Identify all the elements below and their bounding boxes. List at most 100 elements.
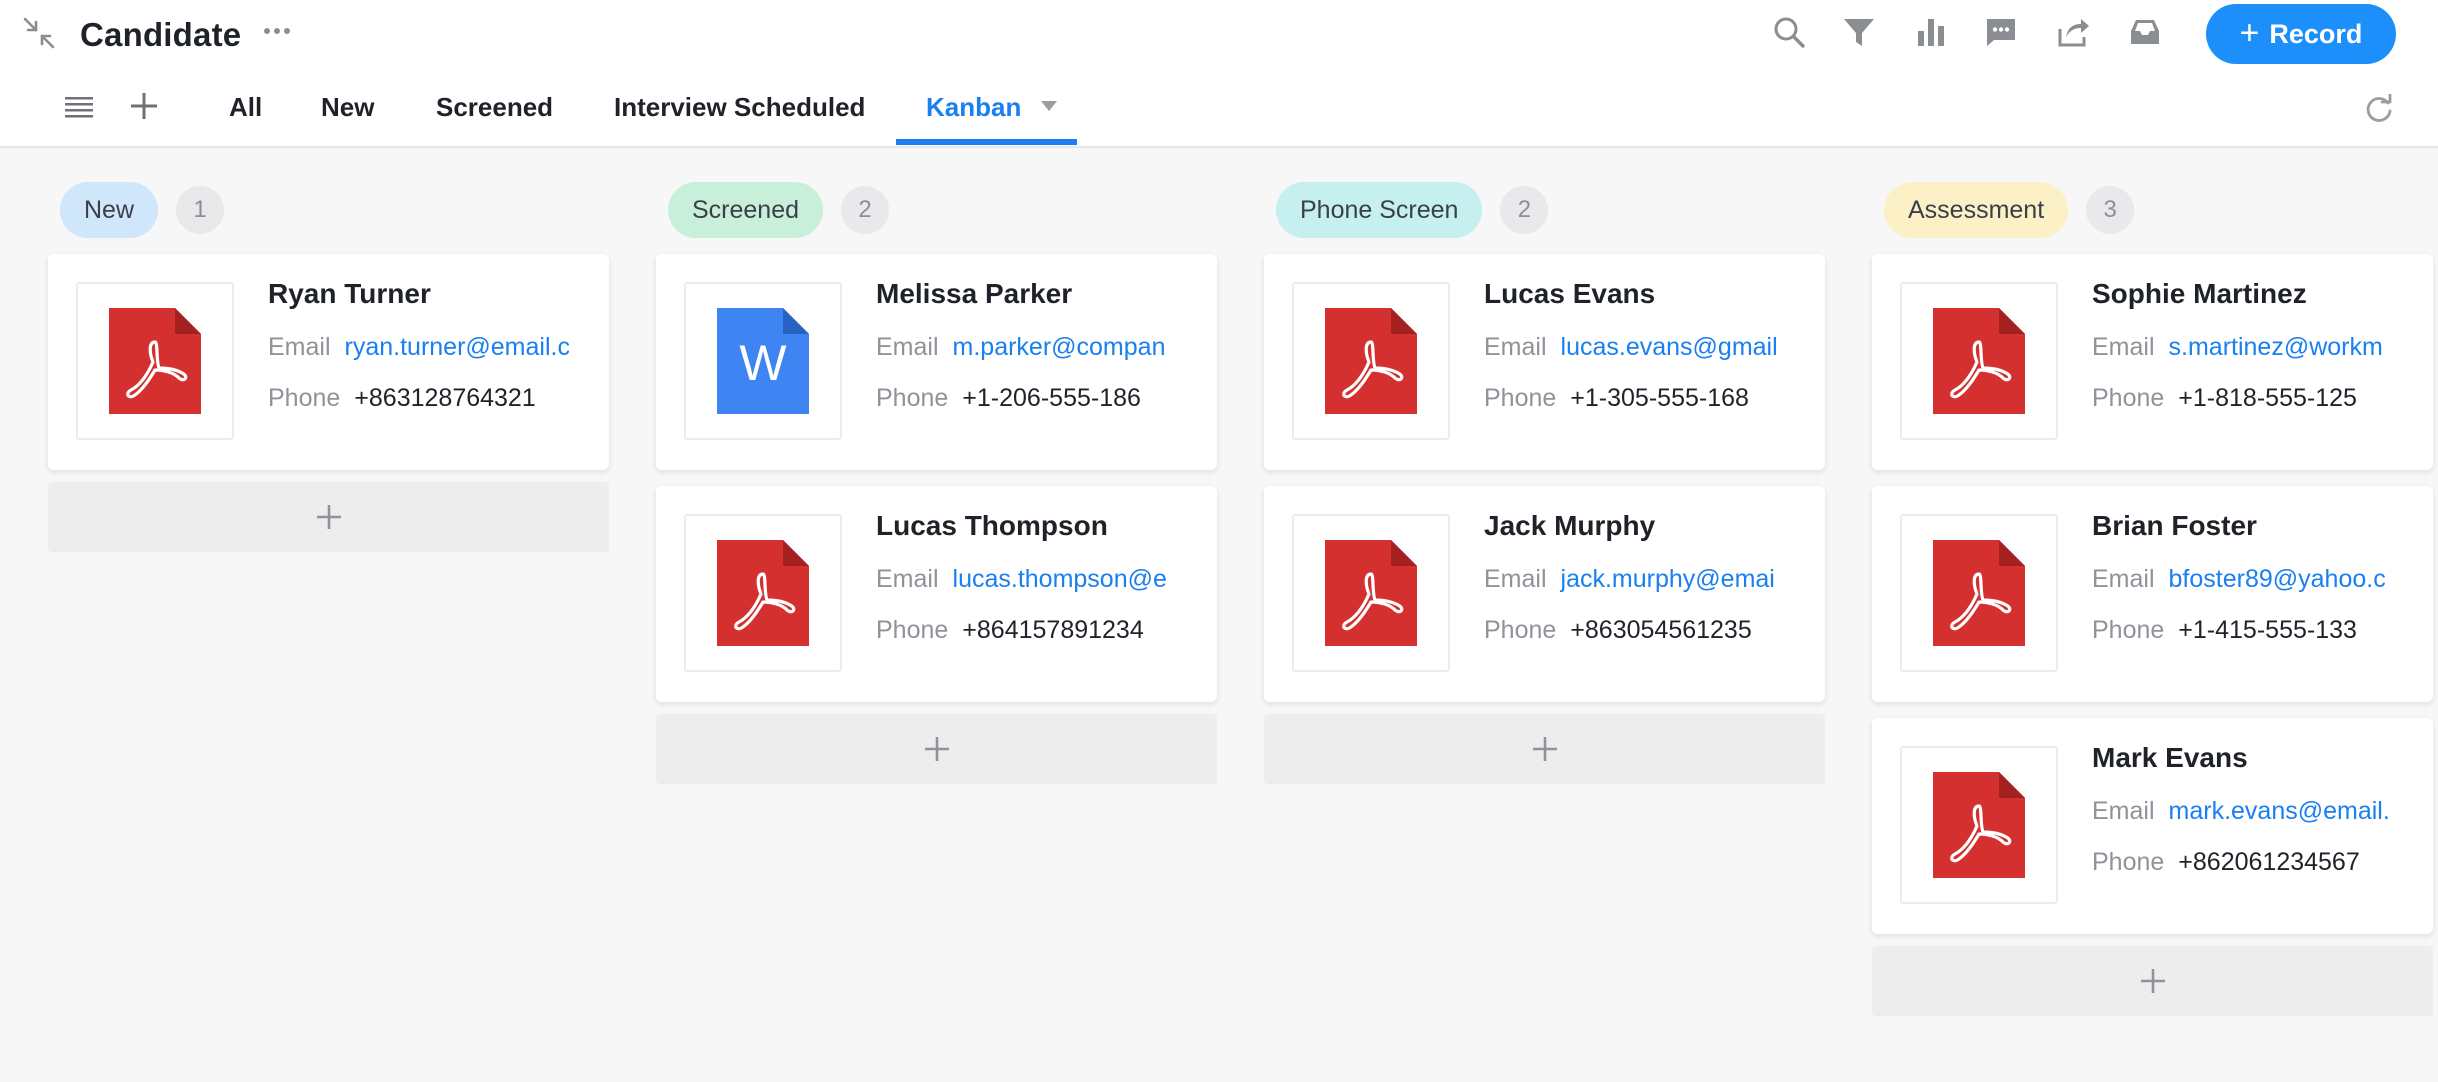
phone-value: +863128764321 xyxy=(354,384,536,412)
tab-new[interactable]: New xyxy=(321,90,374,124)
pdf-file-icon xyxy=(1933,308,2025,414)
column-header-new: New 1 xyxy=(60,182,225,238)
phone-row: Phone +863054561235 xyxy=(1484,616,1814,645)
phone-row: Phone +864157891234 xyxy=(876,616,1206,645)
resume-thumbnail[interactable] xyxy=(684,514,842,672)
candidate-name: Lucas Evans xyxy=(1484,278,1656,309)
chart-icon[interactable] xyxy=(1914,15,1948,49)
pdf-file-icon xyxy=(109,308,201,414)
email-label: Email xyxy=(1484,565,1547,593)
email-link[interactable]: bfoster89@yahoo.c xyxy=(2169,565,2386,593)
resume-thumbnail[interactable] xyxy=(1292,514,1450,672)
resume-thumbnail[interactable] xyxy=(1900,746,2058,904)
candidate-card[interactable]: W Melissa Parker Email m.parker@compan Ph… xyxy=(656,254,1217,470)
email-link[interactable]: lucas.thompson@e xyxy=(953,565,1167,593)
add-view-icon[interactable] xyxy=(127,89,161,123)
candidate-name: Jack Murphy xyxy=(1484,510,1656,541)
email-label: Email xyxy=(876,565,939,593)
email-label: Email xyxy=(2092,565,2155,593)
resume-thumbnail[interactable] xyxy=(1900,514,2058,672)
status-badge[interactable]: Screened xyxy=(668,182,824,238)
email-row: Email s.martinez@workm xyxy=(2092,333,2422,362)
email-link[interactable]: jack.murphy@emai xyxy=(1561,565,1775,593)
phone-row: Phone +1-415-555-133 xyxy=(2092,616,2422,645)
pdf-file-icon xyxy=(1325,540,1417,646)
add-card-button[interactable] xyxy=(1264,714,1825,784)
candidate-card[interactable]: Jack Murphy Email jack.murphy@emai Phone +… xyxy=(1264,486,1825,702)
email-row: Email ryan.turner@email.c xyxy=(268,333,598,362)
active-tab-indicator xyxy=(896,139,1077,145)
email-label: Email xyxy=(268,333,331,361)
resume-thumbnail[interactable]: W xyxy=(684,282,842,440)
email-link[interactable]: m.parker@compan xyxy=(953,333,1166,361)
pdf-file-icon xyxy=(1933,540,2025,646)
email-label: Email xyxy=(2092,333,2155,361)
column-count-badge: 2 xyxy=(1500,186,1549,234)
add-card-button[interactable] xyxy=(48,482,609,552)
candidate-name: Mark Evans xyxy=(2092,742,2248,773)
email-link[interactable]: s.martinez@workm xyxy=(2169,333,2383,361)
search-icon[interactable] xyxy=(1772,15,1806,49)
email-row: Email bfoster89@yahoo.c xyxy=(2092,565,2422,594)
phone-label: Phone xyxy=(1484,616,1557,644)
email-row: Email lucas.evans@gmail xyxy=(1484,333,1814,362)
candidate-card[interactable]: Sophie Martinez Email s.martinez@workm Ph… xyxy=(1872,254,2433,470)
email-link[interactable]: ryan.turner@email.c xyxy=(345,333,570,361)
plus-icon xyxy=(2140,969,2165,993)
email-label: Email xyxy=(1484,333,1547,361)
phone-row: Phone +862061234567 xyxy=(2092,848,2422,877)
candidate-card[interactable]: Brian Foster Email bfoster89@yahoo.c Phon… xyxy=(1872,486,2433,702)
phone-value: +863054561235 xyxy=(1570,616,1752,644)
email-link[interactable]: mark.evans@email. xyxy=(2169,797,2390,825)
caret-down-icon[interactable] xyxy=(1040,99,1058,113)
phone-label: Phone xyxy=(268,384,341,412)
candidate-card[interactable]: Lucas Thompson Email lucas.thompson@e Pho… xyxy=(656,486,1217,702)
more-options-icon[interactable] xyxy=(262,20,292,42)
phone-label: Phone xyxy=(2092,848,2165,876)
resume-thumbnail[interactable] xyxy=(1292,282,1450,440)
candidate-card[interactable]: Mark Evans Email mark.evans@email. Phone +… xyxy=(1872,718,2433,934)
add-card-button[interactable] xyxy=(656,714,1217,784)
email-label: Email xyxy=(2092,797,2155,825)
email-row: Email mark.evans@email. xyxy=(2092,797,2422,826)
pdf-file-icon xyxy=(1933,772,2025,878)
refresh-icon[interactable] xyxy=(2364,94,2394,124)
tab-all[interactable]: All xyxy=(229,90,262,124)
add-card-button[interactable] xyxy=(1872,946,2433,1016)
share-icon[interactable] xyxy=(2056,15,2090,49)
status-badge[interactable]: New xyxy=(60,182,159,238)
filter-icon[interactable] xyxy=(1842,15,1876,49)
candidate-name: Ryan Turner xyxy=(268,278,431,309)
comment-icon[interactable] xyxy=(1984,15,2018,49)
phone-value: +1-415-555-133 xyxy=(2178,616,2357,644)
view-list-icon[interactable] xyxy=(63,92,95,124)
candidate-name: Sophie Martinez xyxy=(2092,278,2307,309)
phone-value: +864157891234 xyxy=(962,616,1144,644)
phone-row: Phone +1-206-555-186 xyxy=(876,384,1206,413)
phone-row: Phone +1-305-555-168 xyxy=(1484,384,1814,413)
add-record-button[interactable]: + Record xyxy=(2206,4,2396,64)
phone-label: Phone xyxy=(1484,384,1557,412)
word-file-icon: W xyxy=(717,308,809,414)
resume-thumbnail[interactable] xyxy=(1900,282,2058,440)
collapse-icon[interactable] xyxy=(22,16,56,50)
candidate-card[interactable]: Ryan Turner Email ryan.turner@email.c Pho… xyxy=(48,254,609,470)
status-badge[interactable]: Assessment xyxy=(1884,182,2069,238)
column-count-badge: 3 xyxy=(2086,186,2135,234)
pdf-file-icon xyxy=(1325,308,1417,414)
column-header-assessment: Assessment 3 xyxy=(1884,182,2135,238)
phone-row: Phone +1-818-555-125 xyxy=(2092,384,2422,413)
email-label: Email xyxy=(876,333,939,361)
tab-interview-scheduled[interactable]: Interview Scheduled xyxy=(614,90,865,124)
resume-thumbnail[interactable] xyxy=(76,282,234,440)
phone-label: Phone xyxy=(2092,384,2165,412)
status-badge[interactable]: Phone Screen xyxy=(1276,182,1483,238)
candidate-card[interactable]: Lucas Evans Email lucas.evans@gmail Phone… xyxy=(1264,254,1825,470)
email-link[interactable]: lucas.evans@gmail xyxy=(1561,333,1778,361)
tab-screened[interactable]: Screened xyxy=(436,90,553,124)
column-header-phone-screen: Phone Screen 2 xyxy=(1276,182,1549,238)
phone-label: Phone xyxy=(876,384,949,412)
inbox-icon[interactable] xyxy=(2128,15,2162,49)
tab-kanban[interactable]: Kanban xyxy=(926,90,1021,124)
candidate-name: Melissa Parker xyxy=(876,278,1073,309)
